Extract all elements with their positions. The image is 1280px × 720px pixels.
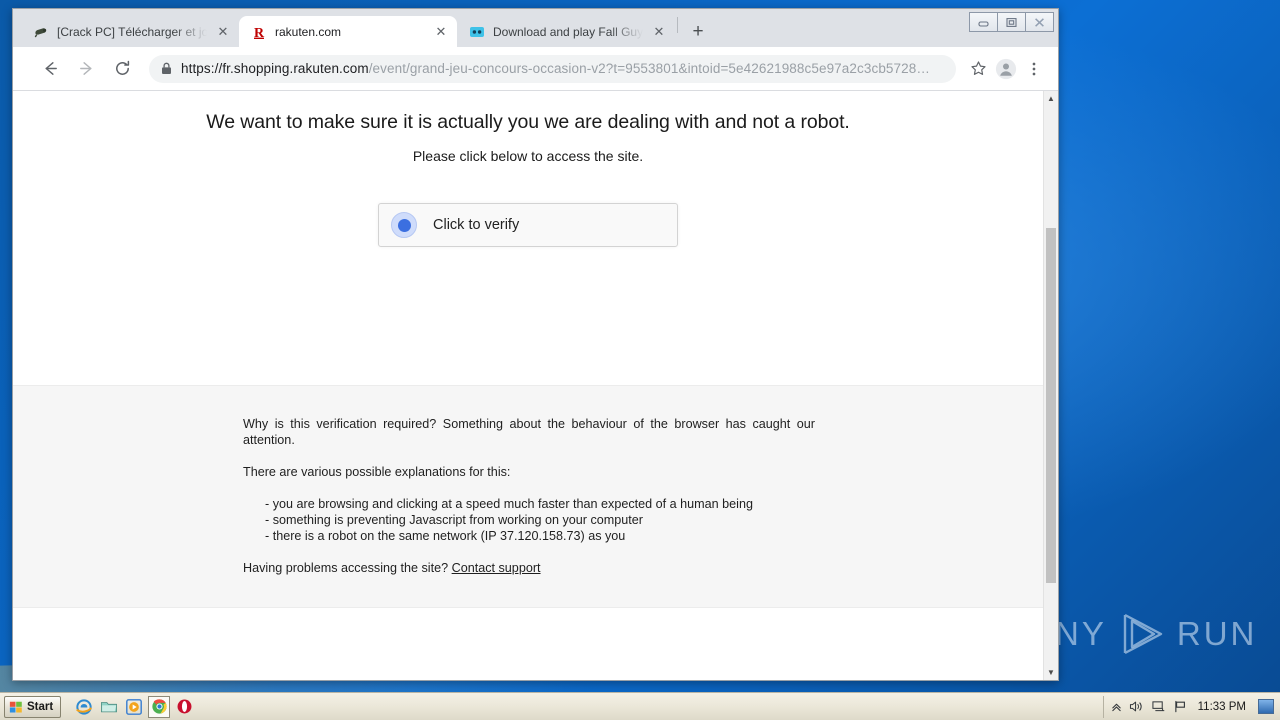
address-bar[interactable]: https://fr.shopping.rakuten.com/event/gr…	[149, 54, 956, 83]
scroll-up-arrow-icon[interactable]: ▲	[1044, 91, 1058, 106]
browser-tab-strip: [Crack PC] Télécharger et jouer le je ✕ …	[13, 9, 1058, 47]
browser-toolbar: https://fr.shopping.rakuten.com/event/gr…	[13, 47, 1058, 91]
scrollbar-thumb[interactable]	[1046, 228, 1056, 583]
page-vertical-scrollbar[interactable]: ▲ ▼	[1043, 91, 1058, 680]
minimize-icon	[978, 20, 989, 27]
volume-button[interactable]	[1129, 700, 1144, 713]
taskbar-chrome-button[interactable]	[148, 695, 171, 718]
forward-button[interactable]	[71, 54, 101, 84]
gamepad-icon	[34, 27, 47, 37]
explanation-item-1: - you are browsing and clicking at a spe…	[265, 497, 753, 511]
why-verification-paragraph: Why is this verification required? Somet…	[243, 417, 815, 447]
lock-icon	[162, 62, 171, 74]
network-icon	[1152, 701, 1164, 712]
page-headline: We want to make sure it is actually you …	[206, 111, 850, 133]
windows-taskbar: Start 11:33 PM	[0, 692, 1280, 720]
tab-separator	[677, 16, 678, 33]
back-button[interactable]	[35, 54, 65, 84]
taskbar-clock[interactable]: 11:33 PM	[1198, 701, 1246, 713]
internet-explorer-icon	[76, 698, 93, 715]
restore-icon	[1006, 17, 1017, 27]
minimize-button[interactable]	[969, 12, 998, 32]
explanations-list: - you are browsing and clicking at a spe…	[243, 496, 815, 544]
google-chrome-icon	[152, 699, 167, 714]
verify-label: Click to verify	[433, 217, 520, 233]
explanation-item-3: - there is a robot on the same network (…	[265, 529, 626, 543]
show-desktop-button[interactable]	[1258, 699, 1274, 714]
avatar-icon	[995, 58, 1017, 79]
page-top-section: We want to make sure it is actually you …	[13, 91, 1043, 385]
address-bar-url: https://fr.shopping.rakuten.com/event/gr…	[181, 61, 930, 76]
click-to-verify-button[interactable]: Click to verify	[378, 203, 678, 247]
new-tab-button[interactable]: +	[684, 17, 712, 45]
browser-tab-3[interactable]: Download and play Fall Guys: Ultima ✕	[457, 16, 675, 47]
start-button-label: Start	[27, 700, 54, 713]
windows-flag-icon	[9, 701, 22, 713]
flag-action-center-icon	[1174, 700, 1185, 713]
chrome-browser-window: [Crack PC] Télécharger et jouer le je ✕ …	[12, 8, 1059, 681]
web-page-content: We want to make sure it is actually you …	[13, 91, 1043, 680]
profile-button[interactable]	[992, 55, 1020, 83]
browser-tab-1-close-icon[interactable]: ✕	[215, 24, 231, 40]
browser-tab-1[interactable]: [Crack PC] Télécharger et jouer le je ✕	[21, 16, 239, 47]
close-button[interactable]	[1025, 12, 1054, 32]
url-path: /event/grand-jeu-concours-occasion-v2?t=…	[368, 61, 930, 76]
taskbar-opera-button[interactable]	[173, 696, 195, 718]
browser-viewport: We want to make sure it is actually you …	[13, 91, 1058, 680]
volume-icon	[1129, 701, 1142, 712]
anyrun-play-logo-icon	[1123, 613, 1163, 655]
action-center-button[interactable]	[1173, 700, 1188, 713]
explanation-item-2: - something is preventing Javascript fro…	[265, 513, 643, 527]
restore-button[interactable]	[997, 12, 1026, 32]
bookmark-button[interactable]	[964, 55, 992, 83]
star-icon	[970, 61, 986, 75]
browser-tab-3-title: Download and play Fall Guys: Ultima	[493, 24, 643, 39]
taskbar-media-player-button[interactable]	[123, 696, 145, 718]
page-subline: Please click below to access the site.	[412, 148, 644, 164]
help-paragraph: Having problems accessing the site? Cont…	[243, 560, 815, 576]
file-explorer-icon	[101, 701, 118, 712]
page-bottom-whitespace	[13, 608, 1043, 680]
rakuten-r-icon: R	[254, 26, 265, 40]
media-player-icon	[126, 698, 143, 715]
close-icon	[1035, 17, 1044, 27]
three-dot-menu-icon	[1032, 62, 1036, 75]
browser-tab-1-title: [Crack PC] Télécharger et jouer le je	[57, 24, 207, 39]
scroll-down-arrow-icon[interactable]: ▼	[1044, 665, 1058, 680]
page-explanation-section: Why is this verification required? Somet…	[13, 385, 1043, 608]
url-host: https://fr.shopping.rakuten.com	[181, 61, 369, 76]
watermark-text-run: RUN	[1176, 615, 1258, 652]
show-hidden-icons-button[interactable]	[1111, 701, 1122, 713]
system-tray: 11:33 PM	[1102, 695, 1278, 718]
taskbar-internet-explorer-button[interactable]	[73, 696, 95, 718]
browser-menu-button[interactable]	[1020, 55, 1048, 83]
help-prefix: Having problems accessing the site?	[243, 561, 452, 575]
anyrun-watermark: ANY RUN	[1030, 612, 1257, 656]
quick-launch-bar	[73, 695, 195, 718]
window-controls	[969, 12, 1054, 32]
contact-support-link[interactable]: Contact support	[452, 561, 541, 575]
taskbar-file-explorer-button[interactable]	[98, 696, 120, 718]
reload-icon	[115, 60, 129, 75]
show-hidden-icons-icon	[1111, 703, 1121, 711]
browser-tab-2-title: rakuten.com	[275, 24, 342, 39]
verify-radio-icon[interactable]	[391, 212, 417, 238]
start-button[interactable]: Start	[4, 695, 62, 718]
browser-tab-2-close-icon[interactable]: ✕	[433, 24, 449, 40]
forward-arrow-icon	[79, 62, 91, 75]
network-button[interactable]	[1151, 700, 1166, 713]
fallguys-icon	[470, 26, 484, 37]
back-arrow-icon	[45, 62, 57, 75]
explanations-intro: There are various possible explanations …	[243, 465, 511, 479]
browser-tab-3-close-icon[interactable]: ✕	[651, 24, 667, 40]
opera-icon	[177, 699, 192, 714]
reload-button[interactable]	[107, 54, 137, 84]
browser-tab-2[interactable]: R rakuten.com ✕	[239, 16, 457, 47]
